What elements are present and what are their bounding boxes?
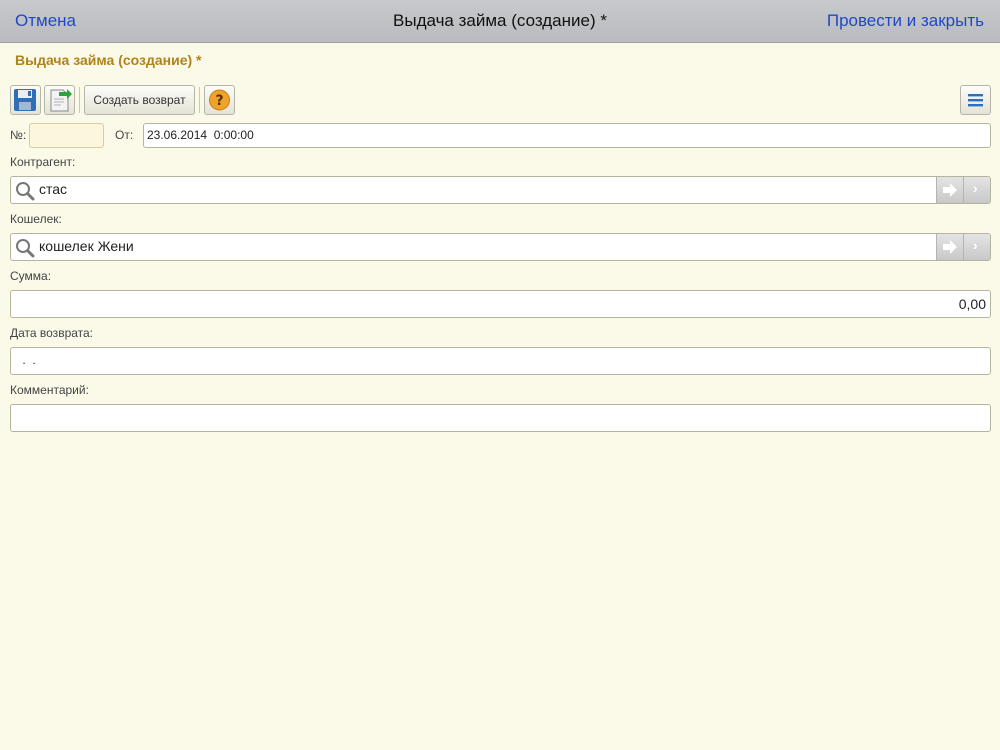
arrow-right-icon: [943, 240, 957, 254]
amount-field[interactable]: 0,00: [10, 290, 991, 318]
help-question-icon: ?: [209, 89, 230, 111]
toolbar-separator: [79, 87, 80, 113]
counterparty-label: Контрагент:: [10, 155, 76, 169]
create-return-button[interactable]: Создать возврат: [84, 85, 195, 115]
date-field[interactable]: 23.06.2014 0:00:00: [143, 123, 991, 148]
save-button[interactable]: [10, 85, 41, 115]
search-icon[interactable]: [14, 180, 36, 202]
form-title: Выдача займа (создание) *: [15, 52, 202, 68]
return-date-label: Дата возврата:: [10, 326, 94, 340]
open-counterparty-button[interactable]: [936, 177, 963, 203]
document-post-icon: [50, 89, 72, 112]
search-icon[interactable]: [14, 237, 36, 259]
toolbar-separator: [199, 87, 200, 113]
help-button[interactable]: ?: [204, 85, 235, 115]
chevron-right-icon: ›: [973, 237, 978, 253]
chevron-right-icon: ›: [973, 180, 978, 196]
post-and-close-button[interactable]: Провести и закрыть: [827, 11, 984, 31]
amount-label: Сумма:: [10, 269, 52, 283]
arrow-right-icon: [943, 183, 957, 197]
toolbar: Создать возврат ?: [10, 85, 991, 115]
comment-label: Комментарий:: [10, 383, 89, 397]
return-date-field[interactable]: . .: [10, 347, 991, 375]
date-label: От:: [115, 128, 134, 142]
wallet-label: Кошелек:: [10, 212, 62, 226]
number-field[interactable]: [29, 123, 104, 148]
floppy-disk-icon: [14, 89, 36, 111]
counterparty-dropdown-button[interactable]: ›: [963, 177, 990, 203]
wallet-value: кошелек Жени: [39, 238, 134, 254]
date-value: 23.06.2014 0:00:00: [147, 128, 254, 142]
number-label: №:: [10, 128, 27, 142]
more-menu-button[interactable]: [960, 85, 991, 115]
svg-text:?: ?: [215, 93, 223, 109]
amount-value: 0,00: [958, 296, 986, 312]
return-date-value: . .: [19, 353, 36, 367]
menu-lines-icon: [968, 94, 983, 107]
counterparty-value: стас: [39, 181, 68, 197]
counterparty-field[interactable]: стас ›: [10, 176, 991, 204]
wallet-dropdown-button[interactable]: ›: [963, 234, 990, 260]
wallet-field[interactable]: кошелек Жени ›: [10, 233, 991, 261]
comment-field[interactable]: [10, 404, 991, 432]
open-wallet-button[interactable]: [936, 234, 963, 260]
post-button[interactable]: [44, 85, 75, 115]
top-navbar: Отмена Выдача займа (создание) * Провест…: [0, 0, 1000, 43]
